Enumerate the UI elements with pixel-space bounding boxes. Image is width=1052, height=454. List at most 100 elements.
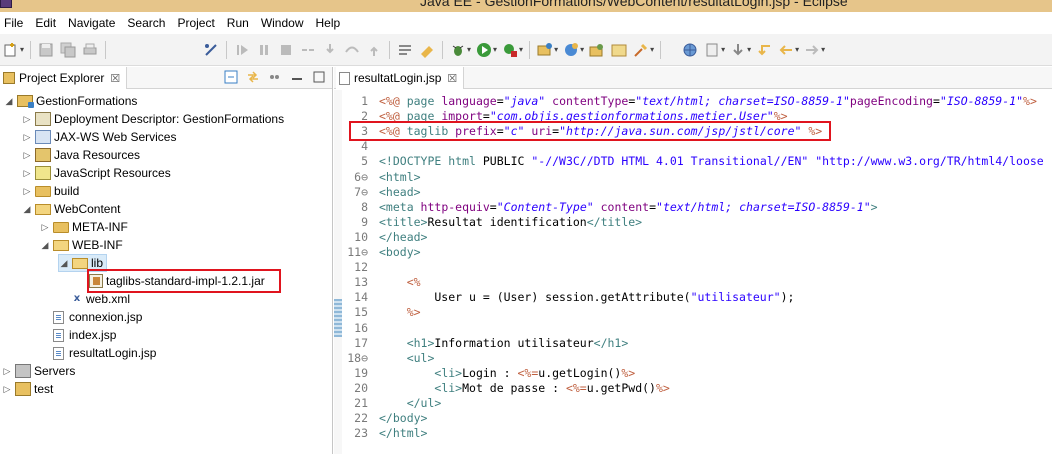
resume-icon[interactable] xyxy=(234,42,250,58)
toolbar-separator xyxy=(389,40,391,59)
collapse-toggle-icon[interactable]: ◢ xyxy=(59,258,69,269)
link-with-editor-icon[interactable] xyxy=(246,70,260,84)
search-dropdown-icon[interactable]: ▾ xyxy=(650,45,654,54)
forward-icon[interactable] xyxy=(804,42,820,58)
expand-toggle-icon[interactable]: ▷ xyxy=(2,384,12,395)
run-dropdown-icon[interactable]: ▾ xyxy=(493,45,497,54)
expand-toggle-icon[interactable]: ▷ xyxy=(2,366,12,377)
disconnect-icon[interactable] xyxy=(300,42,316,58)
tree-item-index-jsp[interactable]: index.jsp xyxy=(48,326,116,344)
print-icon[interactable] xyxy=(82,42,98,58)
external-tools-dropdown-icon[interactable]: ▾ xyxy=(519,45,523,54)
view-menu-icon[interactable] xyxy=(268,70,282,84)
tree-item-connexion-jsp[interactable]: connexion.jsp xyxy=(48,308,142,326)
step-return-icon[interactable] xyxy=(366,42,382,58)
menu-navigate[interactable]: Navigate xyxy=(68,16,123,30)
collapse-toggle-icon[interactable]: ◢ xyxy=(40,240,50,251)
menu-file[interactable]: File xyxy=(4,16,31,30)
code-line: <% xyxy=(379,275,421,290)
expand-toggle-icon[interactable]: ▷ xyxy=(22,186,32,197)
new-dropdown-icon[interactable]: ▾ xyxy=(20,45,24,54)
close-icon[interactable]: ☒ xyxy=(110,72,120,85)
tree-item-deployment-descriptor[interactable]: ▷ Deployment Descriptor: GestionFormatio… xyxy=(22,110,284,128)
new-java-project-icon[interactable] xyxy=(537,42,553,58)
annotation-dropdown-icon[interactable]: ▾ xyxy=(721,45,725,54)
tree-item-web-inf[interactable]: ◢ WEB-INF xyxy=(40,236,123,254)
menu-project[interactable]: Project xyxy=(177,16,222,30)
editor-tab-resultatlogin[interactable]: resultatLogin.jsp ☒ xyxy=(336,67,465,89)
collapse-toggle-icon[interactable]: ◢ xyxy=(22,204,32,215)
tree-item-build[interactable]: ▷ build xyxy=(22,182,80,200)
run-icon[interactable] xyxy=(476,42,492,58)
suspend-icon[interactable] xyxy=(256,42,272,58)
code-token: u.getPwd() xyxy=(586,380,656,395)
step-into-icon[interactable] xyxy=(322,42,338,58)
line-number: 11⊖ xyxy=(347,245,368,259)
expand-toggle-icon[interactable]: ▷ xyxy=(22,132,32,143)
minimize-icon[interactable] xyxy=(290,70,304,84)
menu-edit[interactable]: Edit xyxy=(35,16,64,30)
tree-item-java-resources[interactable]: ▷ Java Resources xyxy=(22,146,140,164)
new-class-icon[interactable] xyxy=(563,42,579,58)
open-type-icon[interactable] xyxy=(589,42,605,58)
skip-breakpoints-icon[interactable] xyxy=(203,42,219,58)
expand-toggle-icon[interactable]: ▷ xyxy=(22,114,32,125)
editor-tabbar: resultatLogin.jsp ☒ xyxy=(334,67,1052,89)
tree-item-javascript-resources[interactable]: ▷ JavaScript Resources xyxy=(22,164,171,182)
expand-toggle-icon[interactable]: ▷ xyxy=(22,168,32,179)
terminate-icon[interactable] xyxy=(278,42,294,58)
line-number: 14 xyxy=(354,290,368,305)
external-tools-icon[interactable] xyxy=(502,42,518,58)
open-task-icon[interactable] xyxy=(611,42,627,58)
save-all-icon[interactable] xyxy=(60,42,76,58)
tree-item-gestionformations[interactable]: ◢ GestionFormations xyxy=(4,92,137,110)
code-token: = xyxy=(932,94,940,108)
forward-dropdown-icon[interactable]: ▾ xyxy=(821,45,825,54)
collapse-all-icon[interactable] xyxy=(224,70,238,84)
annotation-icon[interactable] xyxy=(704,42,720,58)
expand-toggle-icon[interactable]: ▷ xyxy=(22,150,32,161)
back-dropdown-icon[interactable]: ▾ xyxy=(795,45,799,54)
menu-search[interactable]: Search xyxy=(127,16,173,30)
tree-item-resultatlogin-jsp[interactable]: resultatLogin.jsp xyxy=(48,344,156,362)
code-token: "utilisateur" xyxy=(690,290,781,305)
code-token: "java" xyxy=(503,94,546,108)
markers-icon[interactable] xyxy=(397,42,413,58)
project-explorer-tab[interactable]: Project Explorer ☒ xyxy=(0,67,128,89)
new-icon[interactable] xyxy=(3,42,19,58)
code-token: <html> xyxy=(379,169,421,184)
code-token: ); xyxy=(780,290,795,305)
new-project-dropdown-icon[interactable]: ▾ xyxy=(554,45,558,54)
expand-toggle-icon[interactable]: ▷ xyxy=(40,222,50,233)
tree-item-label: JAX-WS Web Services xyxy=(54,130,177,144)
maximize-icon[interactable] xyxy=(312,70,326,84)
tree-item-webcontent[interactable]: ◢ WebContent xyxy=(22,200,121,218)
menu-run[interactable]: Run xyxy=(227,16,257,30)
tree-item-test[interactable]: ▷ test xyxy=(2,380,53,398)
step-over-icon[interactable] xyxy=(344,42,360,58)
window-title-bar: Java EE - GestionFormations/WebContent/r… xyxy=(0,0,1052,12)
next-annotation-icon[interactable] xyxy=(730,42,746,58)
collapse-toggle-icon[interactable]: ◢ xyxy=(4,96,14,107)
tree-item-meta-inf[interactable]: ▷ META-INF xyxy=(40,218,128,236)
globe-icon[interactable] xyxy=(682,42,698,58)
save-icon[interactable] xyxy=(38,42,54,58)
tree-item-jax-ws[interactable]: ▷ JAX-WS Web Services xyxy=(22,128,176,146)
search-icon[interactable] xyxy=(633,42,649,58)
next-annotation-dropdown-icon[interactable]: ▾ xyxy=(747,45,751,54)
debug-icon[interactable] xyxy=(450,42,466,58)
new-class-dropdown-icon[interactable]: ▾ xyxy=(580,45,584,54)
close-icon[interactable]: ☒ xyxy=(447,72,457,85)
back-icon[interactable] xyxy=(778,42,794,58)
tree-item-servers[interactable]: ▷ Servers xyxy=(2,362,75,380)
code-line: </ul> xyxy=(379,396,442,411)
code-area[interactable]: <%@ page language="java" contentType="te… xyxy=(379,90,1052,454)
debug-dropdown-icon[interactable]: ▾ xyxy=(467,45,471,54)
menu-help[interactable]: Help xyxy=(316,16,349,30)
server-icon[interactable] xyxy=(419,42,435,58)
code-token: %> xyxy=(406,305,421,320)
last-edit-icon[interactable] xyxy=(756,42,772,58)
code-line: </head> xyxy=(379,230,427,245)
menu-window[interactable]: Window xyxy=(261,16,312,30)
